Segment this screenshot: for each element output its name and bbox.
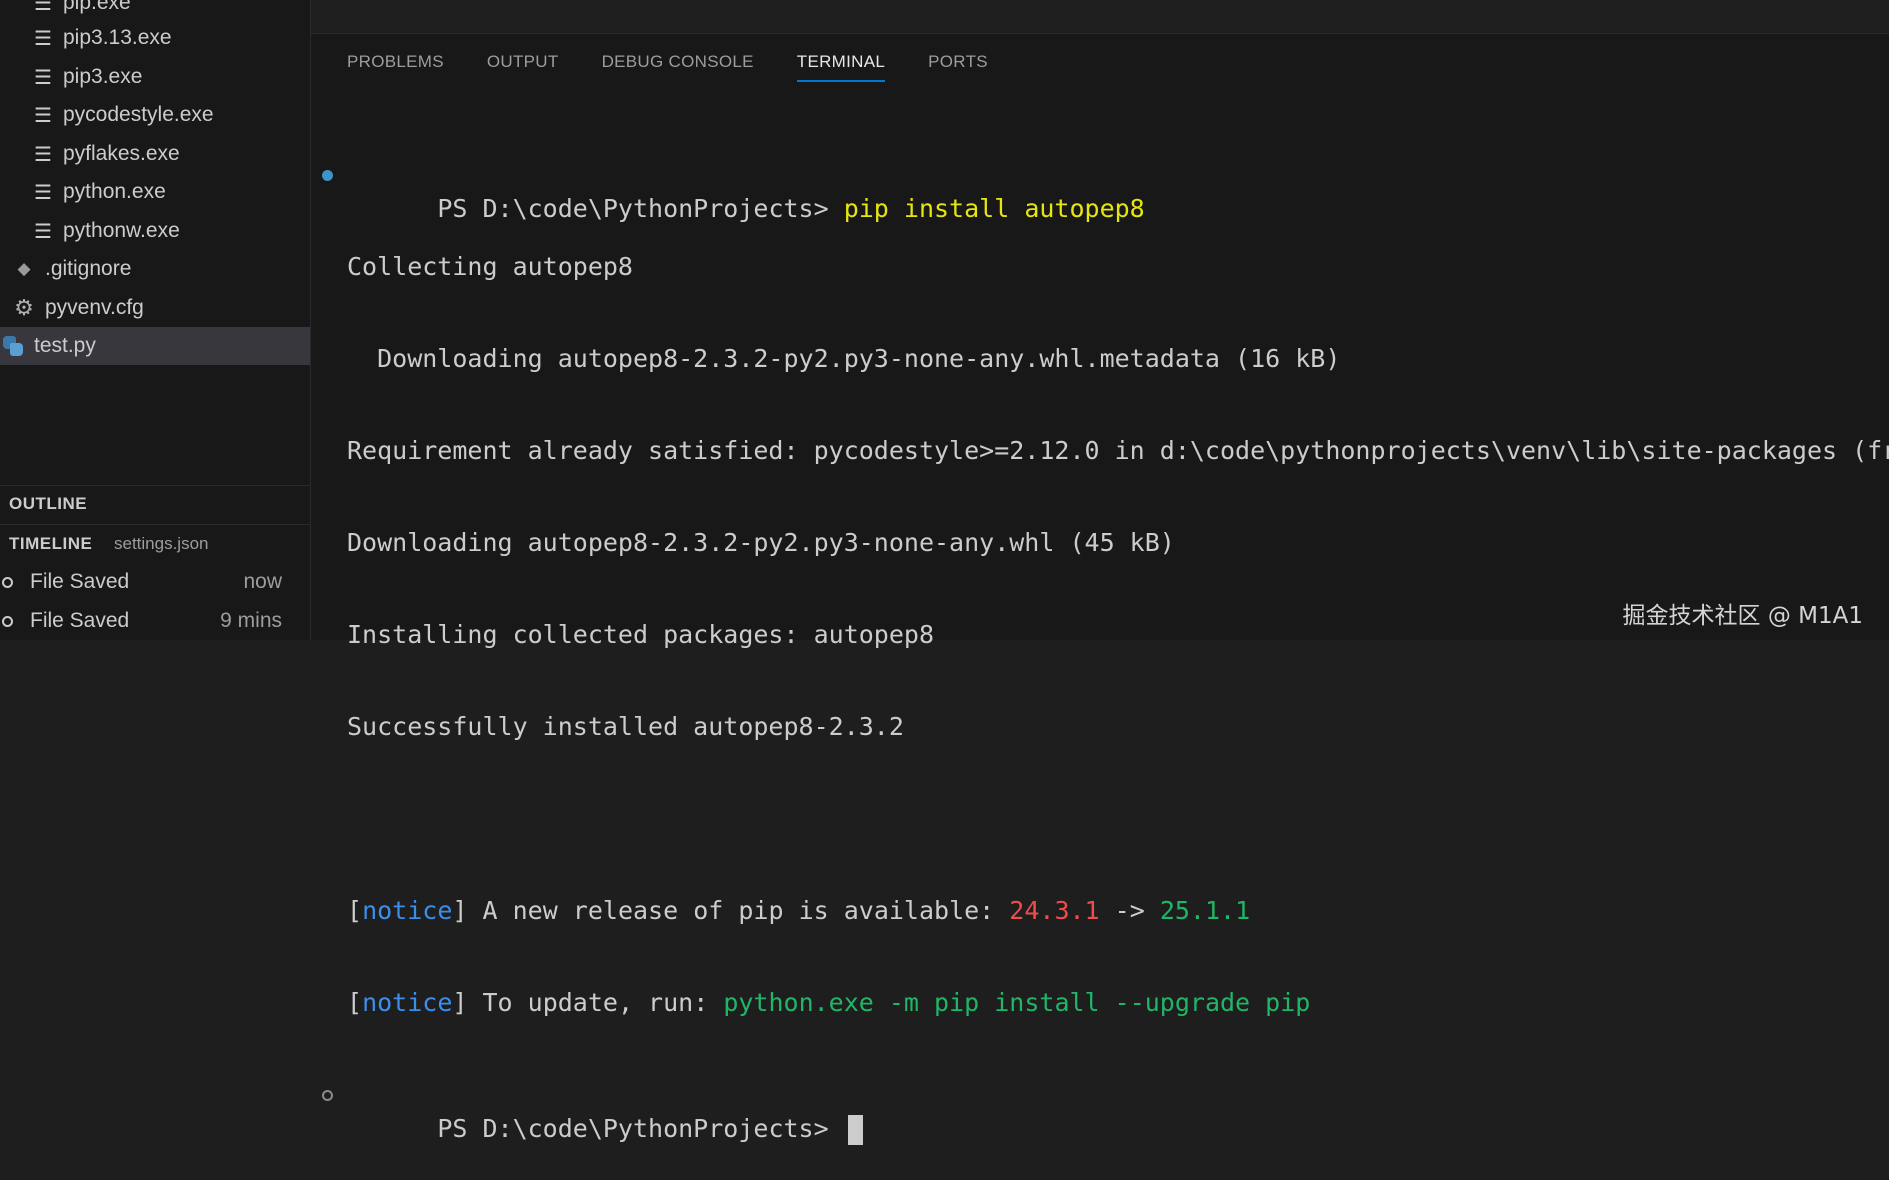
file-lines-icon: ☰ xyxy=(34,66,52,89)
file-lines-icon: ☰ xyxy=(34,220,52,243)
timeline-entry[interactable]: File Saved 9 mins xyxy=(0,603,310,639)
terminal-line: Collecting autopep8 xyxy=(347,252,633,281)
editor-area-edge xyxy=(311,0,1889,34)
tree-item-python-exe[interactable]: ☰ python.exe xyxy=(0,173,310,211)
tab-output[interactable]: OUTPUT xyxy=(487,52,559,82)
tree-item-label: pip3.exe xyxy=(63,65,143,88)
tree-item-pyvenv-cfg[interactable]: ⚙ pyvenv.cfg xyxy=(0,289,310,327)
explorer-sidebar: ☰ pip.exe ☰ pip3.13.exe ☰ pip3.exe ☰ pyc… xyxy=(0,0,311,640)
tree-item-pyflakes-exe[interactable]: ☰ pyflakes.exe xyxy=(0,135,310,173)
file-lines-icon: ☰ xyxy=(34,143,52,166)
tree-item-label: pythonw.exe xyxy=(63,219,180,242)
notice-tag: notice xyxy=(362,988,453,1017)
tree-item-pythonw-exe[interactable]: ☰ pythonw.exe xyxy=(0,212,310,250)
bracket-close: ] xyxy=(452,988,468,1017)
bottom-panel: PROBLEMS OUTPUT DEBUG CONSOLE TERMINAL P… xyxy=(311,0,1889,1145)
tree-item-label: pyvenv.cfg xyxy=(45,296,144,319)
command-idle-icon[interactable] xyxy=(322,1090,333,1101)
tree-item-label: pyflakes.exe xyxy=(63,142,180,165)
python-icon xyxy=(2,335,24,357)
terminal-notice-line: [notice] To update, run: python.exe -m p… xyxy=(347,986,1887,1020)
section-divider xyxy=(0,524,310,525)
tree-item-gitignore[interactable]: ◆ .gitignore xyxy=(0,250,310,288)
watermark: 掘金技术社区 @ M1A1 xyxy=(1622,603,1863,629)
tree-item-label: python.exe xyxy=(63,180,166,203)
tree-item-label: pycodestyle.exe xyxy=(63,103,214,126)
notice-text: A new release of pip is available: xyxy=(467,896,1010,925)
panel-tabs: PROBLEMS OUTPUT DEBUG CONSOLE TERMINAL P… xyxy=(347,52,1031,82)
terminal-cursor xyxy=(847,1115,863,1145)
circle-icon xyxy=(2,615,13,627)
terminal-current-line: PS D:\code\PythonProjects> xyxy=(322,1078,1887,1145)
timeline-header[interactable]: TIMELINE xyxy=(9,534,92,554)
terminal-line: Downloading autopep8-2.3.2-py2.py3-none-… xyxy=(347,344,1341,373)
bracket-close: ] xyxy=(452,896,468,925)
tab-ports[interactable]: PORTS xyxy=(928,52,988,82)
terminal-command-line: PS D:\code\PythonProjects> pip install a… xyxy=(322,158,1887,223)
outline-header[interactable]: OUTLINE xyxy=(9,494,87,514)
tree-item-pip3-13-exe[interactable]: ☰ pip3.13.exe xyxy=(0,19,310,57)
tree-item-pycodestyle-exe[interactable]: ☰ pycodestyle.exe xyxy=(0,96,310,134)
file-lines-icon: ☰ xyxy=(34,181,52,204)
file-lines-icon: ☰ xyxy=(34,27,52,50)
tree-item-test-py[interactable]: test.py xyxy=(0,327,310,365)
notice-tag: notice xyxy=(362,896,453,925)
tab-debug-console[interactable]: DEBUG CONSOLE xyxy=(602,52,754,82)
terminal-command: pip install autopep8 xyxy=(843,194,1145,223)
file-lines-icon: ☰ xyxy=(34,0,52,15)
terminal-line: Requirement already satisfied: pycodesty… xyxy=(347,436,1889,465)
timeline-entry-label: File Saved xyxy=(30,570,130,593)
timeline-entry-label: File Saved xyxy=(30,609,130,632)
timeline-entry-time: now xyxy=(243,570,282,593)
old-version: 24.3.1 xyxy=(1009,896,1100,925)
terminal-prompt: PS D:\code\PythonProjects> xyxy=(437,194,844,223)
timeline-entry-time: 9 mins xyxy=(220,609,282,632)
tab-problems[interactable]: PROBLEMS xyxy=(347,52,444,82)
version-arrow: -> xyxy=(1099,896,1160,925)
terminal-line: Successfully installed autopep8-2.3.2 xyxy=(347,712,904,741)
tree-item-label: .gitignore xyxy=(45,257,132,280)
terminal-output[interactable]: PS D:\code\PythonProjects> pip install a… xyxy=(322,100,1889,1170)
bracket-open: [ xyxy=(347,896,363,925)
new-version: 25.1.1 xyxy=(1159,896,1251,925)
timeline-entry[interactable]: File Saved now xyxy=(0,564,310,600)
file-lines-icon: ☰ xyxy=(34,104,52,127)
tree-item-pip3-exe[interactable]: ☰ pip3.exe xyxy=(0,58,310,96)
terminal-line: Downloading autopep8-2.3.2-py2.py3-none-… xyxy=(347,528,1175,557)
terminal-notice-line: [notice] A new release of pip is availab… xyxy=(347,894,1887,928)
tree-item-label: test.py xyxy=(34,334,96,357)
git-icon: ◆ xyxy=(17,259,31,278)
section-divider xyxy=(0,485,310,486)
bracket-open: [ xyxy=(347,988,363,1017)
tab-terminal[interactable]: TERMINAL xyxy=(796,52,886,82)
circle-icon xyxy=(2,576,13,588)
notice-text: To update, run: xyxy=(467,988,724,1017)
tree-item-label: pip3.13.exe xyxy=(63,26,172,49)
tree-item-label: pip.exe xyxy=(63,0,131,14)
terminal-prompt: PS D:\code\PythonProjects> xyxy=(437,1114,844,1143)
gear-icon: ⚙ xyxy=(14,295,34,320)
command-success-icon[interactable] xyxy=(322,170,333,181)
upgrade-command: python.exe -m pip install --upgrade pip xyxy=(723,988,1311,1017)
timeline-file: settings.json xyxy=(114,534,209,553)
